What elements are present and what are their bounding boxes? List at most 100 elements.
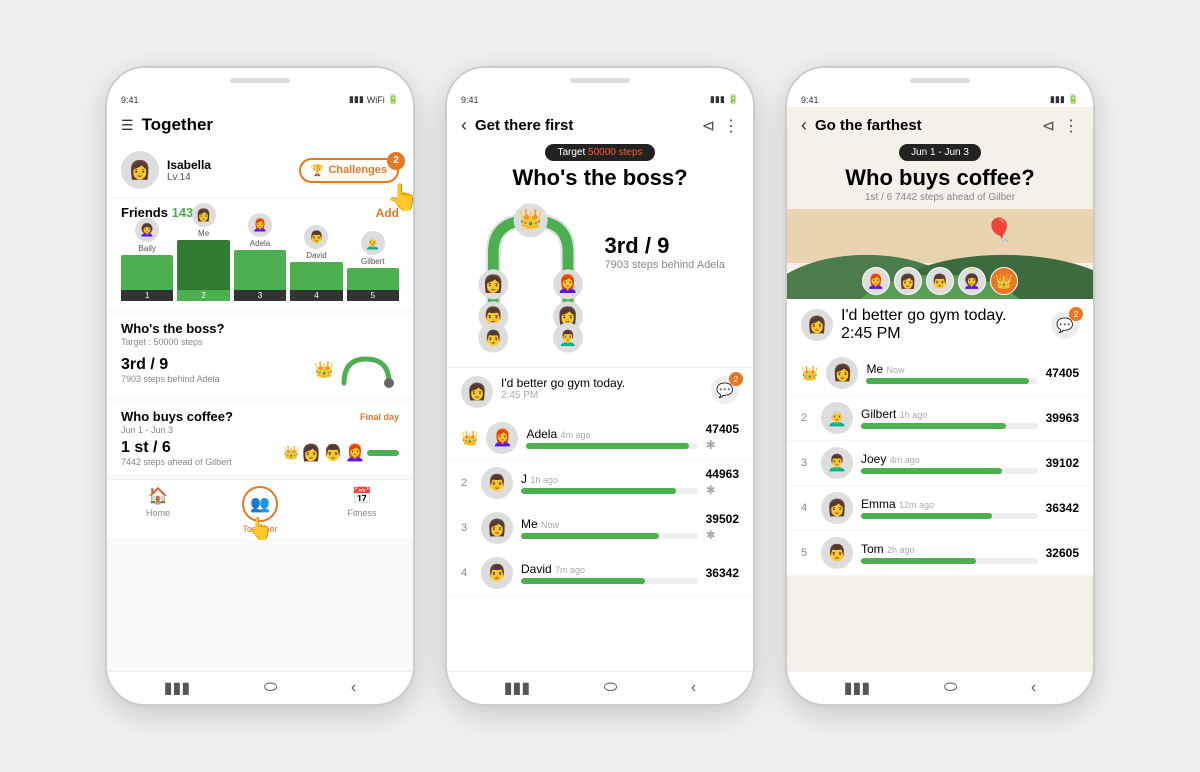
phone2-challenge-title: Who's the boss? — [461, 165, 739, 191]
s3-steps-2: 39963 — [1046, 411, 1079, 425]
phone3-content: ‹ Go the farthest ⊲ ⋮ Jun 1 - Jun 3 Who … — [787, 107, 1093, 671]
s3-name-1: Me Now — [866, 362, 1037, 376]
lb-item-1: 👩‍🦱 Baily 1 — [121, 218, 173, 301]
lb-row-3: 3 👩 Me Now 39502 ✱ — [447, 506, 753, 551]
lb-avatar-1: 👩‍🦱 — [135, 218, 159, 242]
challenge2-date: Jun 1 - Jun 3 — [121, 425, 399, 435]
message-text: I'd better go gym today. — [501, 376, 625, 390]
svg-text:👨: 👨 — [484, 329, 503, 347]
challenge1-rank: 3rd / 9 — [121, 356, 220, 374]
phone1-status-bar: 9:41 ▮▮▮WiFi🔋 — [107, 92, 413, 107]
phone1-notch — [107, 68, 413, 92]
phone1-header: ☰ Together — [107, 107, 413, 143]
sys-icon-2: ⬭ — [264, 679, 278, 697]
phone3-chat-badge: 2 — [1069, 307, 1083, 321]
svg-text:👨: 👨 — [483, 306, 504, 326]
rank-num-4: 4 — [461, 567, 473, 579]
s3-rank-3: 3 — [801, 457, 813, 469]
rank-text: 3rd / 9 — [605, 233, 726, 259]
scene: 9:41 ▮▮▮WiFi🔋 ☰ Together 👩 — [0, 0, 1200, 772]
lb-bar-3 — [234, 250, 286, 290]
lb-bar-4 — [290, 262, 342, 290]
sys-icon-3: ‹ — [351, 679, 356, 697]
phone3-notch — [787, 68, 1093, 92]
menu-icon-2: ✱ — [706, 483, 716, 497]
menu-icon-3: ✱ — [706, 528, 716, 542]
lb-row-name-3: Me Now — [521, 517, 698, 531]
phone3-challenge-title: Who buys coffee? — [801, 165, 1079, 191]
phone1: 9:41 ▮▮▮WiFi🔋 ☰ Together 👩 — [105, 66, 415, 706]
phone2-screen: ‹ Get there first ⊲ ⋮ Target 50000 steps… — [447, 107, 753, 671]
nav-fitness[interactable]: 📅 Fitness — [311, 486, 413, 534]
phone2-status-bar: 9:41 ▮▮▮🔋 — [447, 92, 753, 107]
s3-avatar-2: 👨‍🦳 — [821, 402, 853, 434]
phone1-screen: ☰ Together 👩 Isabella Lv.14 — [107, 107, 413, 671]
phone2-rank: 3rd / 9 7903 steps behind Adela — [605, 233, 726, 271]
back-button[interactable]: ‹ — [461, 115, 467, 136]
challenge1-title: Who's the boss? — [121, 321, 399, 336]
lb-row-2: 2 👨 J 1h ago 44963 ✱ — [447, 461, 753, 506]
lb-row-4: 4 👨 David 7m ago 36342 — [447, 551, 753, 596]
hamburger-icon[interactable]: ☰ — [121, 117, 134, 134]
avatar: 👩 — [121, 151, 159, 189]
s3-row-3: 3 👨‍🦱 Joey 4m ago 39102 — [787, 441, 1093, 486]
track-svg-1 — [334, 351, 399, 389]
phone3-status-bar: 9:41 ▮▮▮🔋 — [787, 92, 1093, 107]
phone1-profile: 👩 Isabella Lv.14 🏆 Challenges 2 — [107, 143, 413, 197]
lb-row-avatar-1: 👩‍🦰 — [486, 422, 518, 454]
challenge-card-2[interactable]: Who buys coffee? Final day Jun 1 - Jun 3… — [107, 401, 413, 475]
svg-text:👨‍🦱: 👨‍🦱 — [559, 329, 578, 347]
lb-rank-3: 3 — [234, 290, 286, 301]
sys2-icon-3: ‹ — [691, 679, 696, 697]
menu-icon-1: ✱ — [706, 438, 716, 452]
s3-avatar-1: 👩 — [826, 357, 858, 389]
challenge-card-1[interactable]: Who's the boss? Target : 50000 steps 3rd… — [107, 313, 413, 397]
phone1-content: ☰ Together 👩 Isabella Lv.14 — [107, 107, 413, 671]
share-icon[interactable]: ⊲ — [702, 116, 715, 136]
nav-together[interactable]: 👥 👆 Together — [209, 486, 311, 534]
back-button-3[interactable]: ‹ — [801, 115, 807, 136]
phone2-notch — [447, 68, 753, 92]
challenge2-rank: 1 st / 6 — [121, 439, 232, 457]
phone3-message-text: I'd better go gym today. — [841, 307, 1007, 325]
s3-rank-5: 5 — [801, 547, 813, 559]
lb-row-steps-2: 44963 — [706, 467, 739, 481]
svg-text:👩‍🦰: 👩‍🦰 — [557, 274, 578, 294]
together-circle: 👥 👆 — [242, 486, 278, 522]
sys3-icon-1: ▮▮▮ — [844, 678, 870, 698]
share-icon-3[interactable]: ⊲ — [1042, 116, 1055, 136]
challenge1-rank-sub: 7903 steps behind Adela — [121, 374, 220, 384]
s3-row-1: 👑 👩 Me Now 47405 — [787, 351, 1093, 396]
s3-row-5: 5 👨 Tom 2h ago 32605 — [787, 531, 1093, 576]
lb-avatar-4: 👨 — [304, 225, 328, 249]
crown-icon-1: 👑 — [461, 430, 478, 447]
chat-icon[interactable]: 💬 2 — [711, 376, 739, 404]
lb-item-2: 👩 Me 2 — [177, 203, 229, 301]
s3-name-4: Emma 12m ago — [861, 497, 1038, 511]
lb-row-name-1: Adela 4m ago — [526, 427, 697, 441]
cursor-hand-icon: 👆 — [387, 182, 413, 213]
lb-row-name-2: J 1h ago — [521, 472, 698, 486]
nav-home[interactable]: 🏠 Home — [107, 486, 209, 534]
profile-level: Lv.14 — [167, 172, 211, 183]
phone3-message-time: 2:45 PM — [841, 325, 1007, 343]
landscape-avatar-2: 👩 — [894, 267, 922, 295]
phone3-screen: ‹ Go the farthest ⊲ ⋮ Jun 1 - Jun 3 Who … — [787, 107, 1093, 671]
target-pill: Target 50000 steps — [545, 144, 654, 161]
challenges-button[interactable]: 🏆 Challenges 2 — [299, 158, 399, 183]
s3-row-2: 2 👨‍🦳 Gilbert 1h ago 39963 — [787, 396, 1093, 441]
phone3-leaderboard: 👑 👩 Me Now 47405 2 👨‍🦳 Gilbert 1h ago — [787, 351, 1093, 576]
phone1-title: Together — [142, 115, 399, 135]
svg-text:👩: 👩 — [557, 306, 578, 326]
lb-rank-2: 2 — [177, 290, 229, 301]
phone3-chat-icon[interactable]: 💬 2 — [1051, 311, 1079, 339]
race-track-svg: 👑 👩‍🦰 👩 👨 👩 👨‍🦱 👨 — [461, 199, 739, 359]
s3-crown-1: 👑 — [801, 365, 818, 382]
rank-num-3: 3 — [461, 522, 473, 534]
together-icon: 👥 — [250, 494, 270, 514]
more-icon-3[interactable]: ⋮ — [1063, 116, 1079, 136]
s3-rank-2: 2 — [801, 412, 813, 424]
landscape-avatar-4: 👩‍🦱 — [958, 267, 986, 295]
more-icon[interactable]: ⋮ — [723, 116, 739, 136]
s3-steps-3: 39102 — [1046, 456, 1079, 470]
